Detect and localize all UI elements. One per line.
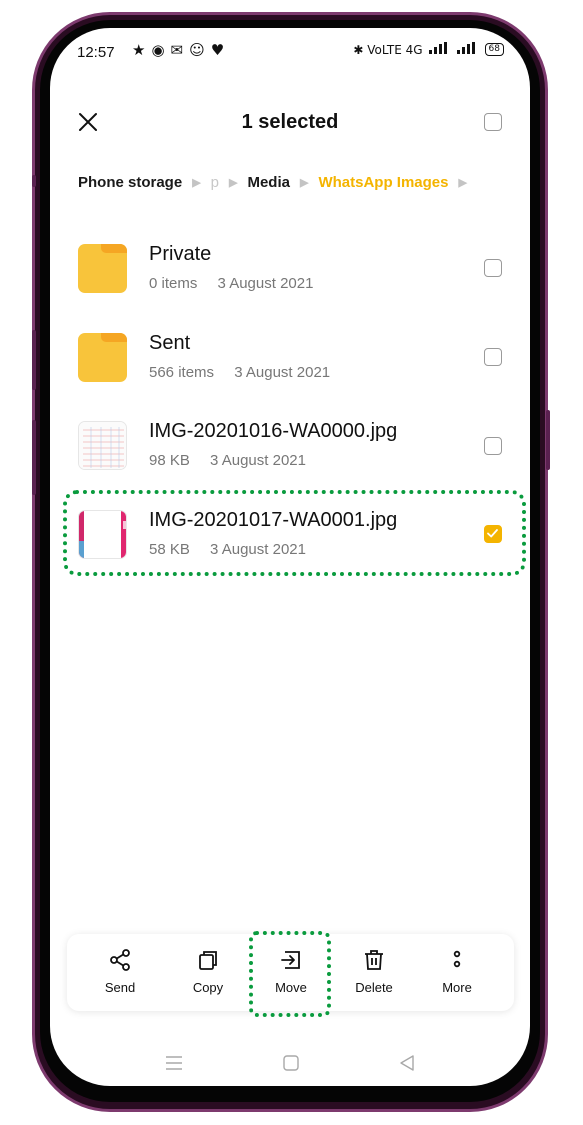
list-item-private[interactable]: Private 0 items 3 August 2021 — [50, 236, 530, 316]
home-nav-icon[interactable] — [282, 1054, 300, 1077]
delete-button[interactable]: Delete — [334, 948, 414, 995]
menu-nav-icon[interactable] — [165, 1054, 183, 1077]
volume-down-button — [32, 420, 36, 495]
folder-icon — [78, 333, 127, 382]
copy-button[interactable]: Copy — [168, 948, 248, 995]
folder-icon — [78, 244, 127, 293]
item-name: IMG-20201016-WA0000.jpg — [149, 420, 398, 442]
image-thumbnail — [78, 421, 127, 470]
item-date: 3 August 2021 — [210, 452, 306, 469]
breadcrumb: Phone storage ▶ p ▶ Media ▶ WhatsApp Ima… — [78, 174, 477, 191]
signal-icon — [428, 42, 451, 57]
item-meta: 566 items 3 August 2021 — [149, 364, 330, 381]
status-time: 12:57 — [77, 44, 115, 61]
item-name: Sent — [149, 332, 191, 354]
chevron-right-icon: ▶ — [299, 177, 309, 189]
list-item-img-0000[interactable]: IMG-20201016-WA0000.jpg 98 KB 3 August 2… — [50, 413, 530, 493]
chevron-right-icon: ▶ — [229, 177, 238, 189]
breadcrumb-app[interactable]: p — [211, 174, 219, 191]
selected-item-highlight — [63, 490, 526, 576]
send-label: Send — [104, 980, 136, 995]
item-date: 3 August 2021 — [217, 275, 314, 292]
page-title: 1 selected — [241, 111, 339, 133]
back-nav-icon[interactable] — [398, 1054, 416, 1077]
send-button[interactable]: Send — [80, 948, 160, 995]
status-bar: 12:57 ★◉✉☺♥ ✱ VoLTE 4G 68 — [50, 28, 530, 78]
item-checkbox[interactable] — [484, 348, 502, 366]
item-date: 3 August 2021 — [234, 364, 331, 381]
copy-icon — [199, 951, 217, 970]
more-icon — [453, 950, 461, 968]
phone-side-button — [32, 175, 36, 187]
chevron-right-icon: ▶ — [192, 177, 201, 189]
share-icon — [110, 949, 130, 971]
move-button-highlight — [249, 931, 331, 1017]
screen: 12:57 ★◉✉☺♥ ✱ VoLTE 4G 68 1 selected Pho… — [50, 28, 530, 1086]
chevron-right-icon: ▶ — [458, 177, 467, 189]
list-item-sent[interactable]: Sent 566 items 3 August 2021 — [50, 325, 530, 405]
network-status: ✱ VoLTE 4G — [353, 42, 423, 57]
item-checkbox[interactable] — [484, 259, 502, 277]
trash-icon — [365, 950, 383, 970]
navigation-bar — [50, 1052, 530, 1080]
header: 1 selected — [50, 110, 530, 150]
item-size: 98 KB — [149, 452, 190, 469]
delete-label: Delete — [355, 980, 393, 995]
select-all-checkbox[interactable] — [484, 113, 502, 131]
more-label: More — [442, 980, 472, 995]
item-meta: 98 KB 3 August 2021 — [149, 452, 306, 469]
breadcrumb-media[interactable]: Media — [247, 174, 290, 191]
item-meta: 0 items 3 August 2021 — [149, 275, 313, 292]
item-name: Private — [149, 243, 212, 265]
item-count: 566 items — [149, 364, 215, 381]
power-button — [546, 410, 550, 470]
signal-icon-2 — [456, 42, 479, 57]
more-button[interactable]: More — [417, 948, 497, 995]
volume-up-button — [32, 330, 36, 390]
close-icon[interactable] — [76, 110, 100, 134]
item-count: 0 items — [149, 275, 198, 292]
battery-icon: 68 — [484, 43, 504, 56]
notification-icons: ★◉✉☺♥ — [132, 41, 231, 59]
breadcrumb-whatsapp-images[interactable]: WhatsApp Images — [318, 174, 448, 191]
item-checkbox[interactable] — [484, 437, 502, 455]
breadcrumb-phone-storage[interactable]: Phone storage — [78, 174, 182, 191]
status-right-icons: ✱ VoLTE 4G 68 — [353, 42, 504, 57]
copy-label: Copy — [192, 980, 224, 995]
